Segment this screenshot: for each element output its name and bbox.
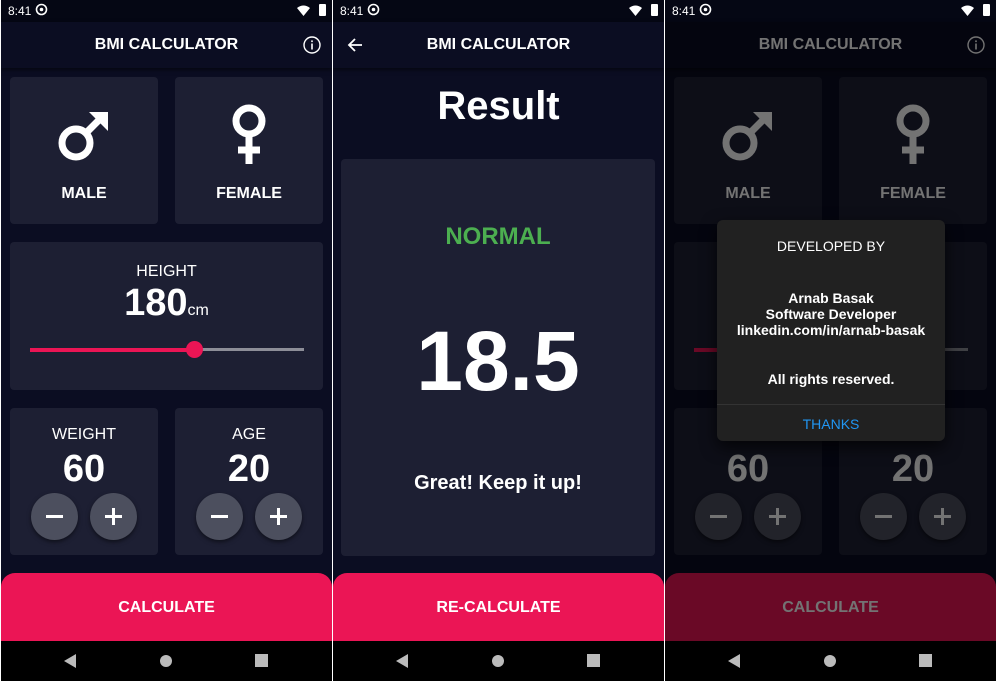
app-bar: BMI CALCULATOR xyxy=(1,22,332,68)
sync-icon xyxy=(35,3,48,16)
app-title: BMI CALCULATOR xyxy=(426,36,571,53)
sync-icon xyxy=(367,3,380,16)
age-plus-button[interactable] xyxy=(255,493,302,540)
nav-recents-icon[interactable] xyxy=(919,654,932,667)
wifi-icon xyxy=(629,5,642,16)
female-card[interactable]: FEMALE xyxy=(175,77,323,224)
calculate-button[interactable]: CALCULATE xyxy=(1,573,332,641)
developer-link[interactable]: linkedin.com/in/arnab-basak xyxy=(717,322,945,338)
nav-recents-icon[interactable] xyxy=(587,654,600,667)
battery-icon xyxy=(651,4,658,16)
status-time: 8:41 xyxy=(8,4,32,18)
recalculate-label: RE-CALCULATE xyxy=(436,599,561,616)
minus-icon xyxy=(211,515,228,518)
result-card: NORMAL 18.5 Great! Keep it up! xyxy=(341,159,655,556)
slider-track-active xyxy=(30,348,195,352)
result-status: NORMAL xyxy=(445,223,551,250)
nav-home-icon[interactable] xyxy=(491,654,505,668)
nav-back-icon[interactable] xyxy=(396,654,409,668)
calculator-screen-with-dialog: 8:41 BMI CALCULATOR MALE FEMALE 60 20 xyxy=(665,0,996,681)
nav-recents-icon[interactable] xyxy=(255,654,268,667)
height-readout: 180cm xyxy=(10,282,323,325)
system-nav-bar xyxy=(333,641,664,681)
slider-thumb[interactable] xyxy=(186,341,204,358)
height-card: HEIGHT 180cm xyxy=(10,242,323,390)
status-bar: 8:41 xyxy=(333,0,664,22)
result-screen: 8:41 BMI CALCULATOR Result NORMAL 18.5 G… xyxy=(333,0,664,681)
system-nav-bar xyxy=(1,641,332,681)
app-title: BMI CALCULATOR xyxy=(94,36,239,53)
age-label: AGE xyxy=(232,426,266,443)
wifi-icon xyxy=(961,5,974,16)
female-label: FEMALE xyxy=(216,185,282,202)
height-slider[interactable] xyxy=(30,341,304,358)
age-card: AGE 20 xyxy=(175,408,323,555)
weight-label: WEIGHT xyxy=(52,426,116,443)
app-bar: BMI CALCULATOR xyxy=(333,22,664,68)
calculator-screen: 8:41 BMI CALCULATOR MALE FEMALE HEIGHT 1… xyxy=(1,0,332,681)
height-unit: cm xyxy=(187,302,209,319)
male-card[interactable]: MALE xyxy=(10,77,158,224)
dialog-title: DEVELOPED BY xyxy=(776,238,886,254)
nav-back-icon[interactable] xyxy=(64,654,77,668)
thanks-label: THANKS xyxy=(802,416,860,432)
result-message: Great! Keep it up! xyxy=(414,472,582,494)
venus-icon xyxy=(232,104,266,164)
battery-icon xyxy=(319,4,326,16)
weight-minus-button[interactable] xyxy=(31,493,78,540)
status-time: 8:41 xyxy=(340,4,364,18)
bmi-value: 18.5 xyxy=(416,314,580,408)
weight-value: 60 xyxy=(62,448,106,490)
status-bar: 8:41 xyxy=(1,0,332,22)
mars-icon xyxy=(58,112,108,161)
weight-plus-button[interactable] xyxy=(90,493,137,540)
height-value: 180 xyxy=(124,282,188,324)
result-heading: Result xyxy=(437,84,560,128)
male-label: MALE xyxy=(61,185,107,202)
status-time: 8:41 xyxy=(672,4,696,18)
thanks-button[interactable]: THANKS xyxy=(717,405,945,441)
weight-card: WEIGHT 60 xyxy=(10,408,158,555)
battery-icon xyxy=(983,4,990,16)
wifi-icon xyxy=(297,5,310,16)
plus-icon xyxy=(105,508,122,525)
developer-role: Software Developer xyxy=(765,306,897,322)
recalculate-button[interactable]: RE-CALCULATE xyxy=(333,573,664,641)
sync-icon xyxy=(699,3,712,16)
about-dialog: DEVELOPED BY Arnab Basak Software Develo… xyxy=(717,220,945,441)
system-nav-bar xyxy=(665,641,996,681)
minus-icon xyxy=(46,515,63,518)
nav-home-icon[interactable] xyxy=(823,654,837,668)
developer-name: Arnab Basak xyxy=(788,290,874,306)
rights-text: All rights reserved. xyxy=(767,371,895,387)
info-icon[interactable] xyxy=(303,36,321,54)
height-label: HEIGHT xyxy=(136,263,197,280)
nav-back-icon[interactable] xyxy=(728,654,741,668)
age-minus-button[interactable] xyxy=(196,493,243,540)
age-value: 20 xyxy=(227,448,271,490)
status-bar: 8:41 xyxy=(665,0,996,22)
plus-icon xyxy=(270,508,287,525)
nav-home-icon[interactable] xyxy=(159,654,173,668)
calculate-label: CALCULATE xyxy=(118,599,215,616)
